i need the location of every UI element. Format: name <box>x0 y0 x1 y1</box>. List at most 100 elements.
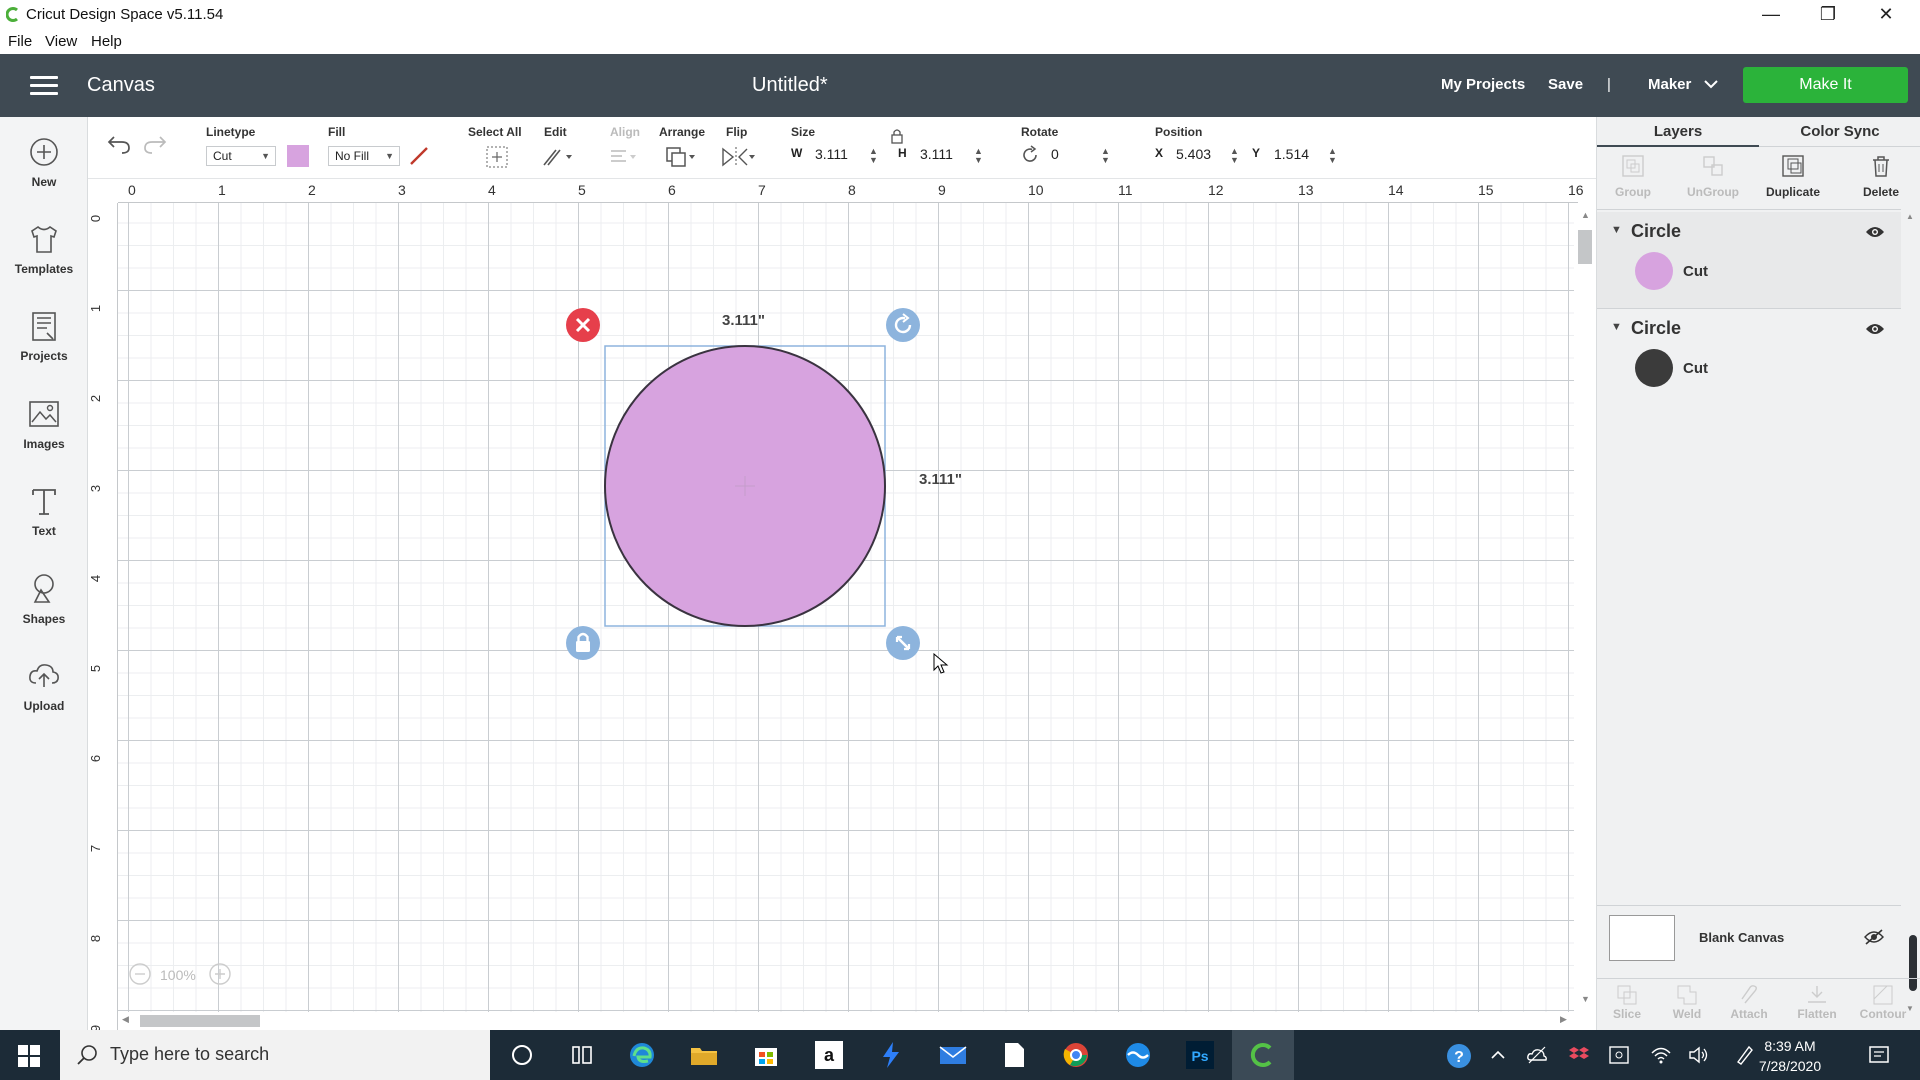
weld-label[interactable]: Weld <box>1657 1007 1717 1021</box>
lock-handle-icon[interactable] <box>565 625 601 661</box>
layer-group-item[interactable]: ▼ Circle Cut <box>1597 212 1901 308</box>
sidebar-item-images[interactable]: Images <box>0 397 88 477</box>
onedrive-icon[interactable] <box>1526 1046 1548 1064</box>
zoom-out-icon[interactable] <box>128 962 152 986</box>
design-canvas[interactable]: 3.111" 3.111" 100% <box>118 203 1574 1012</box>
edge-browser-icon[interactable] <box>626 1040 658 1070</box>
width-input[interactable]: 3.111 ▲ ▼ <box>815 146 879 168</box>
chrome-icon[interactable] <box>1060 1040 1092 1070</box>
undo-icon[interactable] <box>106 133 132 155</box>
no-fill-slash-icon[interactable] <box>408 145 430 167</box>
cortana-icon[interactable] <box>506 1040 538 1070</box>
dropbox-icon[interactable] <box>1568 1045 1590 1065</box>
vertical-scroll-thumb[interactable] <box>1578 230 1592 264</box>
vertical-scrollbar[interactable]: ▲ ▼ <box>1574 210 1596 1010</box>
horizontal-scrollbar[interactable]: ◀ ▶ <box>118 1012 1574 1030</box>
task-view-icon[interactable] <box>566 1040 598 1070</box>
arrange-icon[interactable] <box>664 145 698 169</box>
scroll-down-icon[interactable]: ▼ <box>1581 994 1590 1004</box>
scroll-right-icon[interactable]: ▶ <box>1560 1014 1567 1025</box>
expand-caret-icon[interactable]: ▼ <box>1611 321 1622 333</box>
scroll-up-icon[interactable]: ▲ <box>1581 210 1590 220</box>
menu-file[interactable]: File <box>8 33 32 50</box>
amazon-icon[interactable]: a <box>813 1040 845 1070</box>
height-input[interactable]: 3.111 ▲ ▼ <box>920 146 984 168</box>
sidebar-item-projects[interactable]: Projects <box>0 309 88 389</box>
blank-canvas-row[interactable]: Blank Canvas <box>1597 906 1901 978</box>
contour-label[interactable]: Contour <box>1853 1007 1913 1021</box>
tab-color-sync[interactable]: Color Sync <box>1759 119 1920 147</box>
duplicate-button[interactable]: Duplicate <box>1761 153 1825 199</box>
notifications-icon[interactable] <box>1868 1044 1890 1066</box>
restore-button[interactable]: ❐ <box>1800 0 1856 30</box>
spin-arrows-icon[interactable]: ▲ ▼ <box>1230 147 1239 165</box>
group-button[interactable]: Group <box>1601 153 1665 199</box>
tray-app-icon[interactable] <box>1608 1045 1630 1065</box>
select-all-icon[interactable] <box>484 144 510 170</box>
show-hidden-icons-icon[interactable] <box>1490 1048 1506 1062</box>
menu-view[interactable]: View <box>45 33 77 50</box>
flip-icon[interactable] <box>720 145 756 169</box>
blank-canvas-thumbnail[interactable] <box>1609 915 1675 961</box>
eye-visibility-icon[interactable] <box>1865 322 1885 336</box>
menu-help[interactable]: Help <box>91 33 122 50</box>
help-icon[interactable]: ? <box>1446 1043 1472 1069</box>
expand-caret-icon[interactable]: ▼ <box>1611 224 1622 236</box>
linetype-color-swatch[interactable] <box>287 145 309 167</box>
scroll-left-icon[interactable]: ◀ <box>122 1014 129 1025</box>
rotate-input[interactable]: 0 ▲ ▼ <box>1051 146 1111 168</box>
delete-handle-icon[interactable] <box>565 307 601 343</box>
y-position-input[interactable]: 1.514 ▲ ▼ <box>1274 146 1338 168</box>
sidebar-item-new[interactable]: New <box>0 135 88 215</box>
spin-arrows-icon[interactable]: ▲ ▼ <box>974 147 983 165</box>
photoshop-icon[interactable]: Ps <box>1184 1040 1216 1070</box>
file-explorer-icon[interactable] <box>688 1040 720 1070</box>
taskbar-search-box[interactable]: Type here to search <box>60 1030 490 1080</box>
eye-visibility-icon[interactable] <box>1865 225 1885 239</box>
sidebar-item-shapes[interactable]: Shapes <box>0 572 88 652</box>
flatten-label[interactable]: Flatten <box>1787 1007 1847 1021</box>
linetype-select[interactable]: Cut ▼ <box>206 146 276 166</box>
resize-handle-icon[interactable] <box>885 625 921 661</box>
fill-select[interactable]: No Fill ▼ <box>328 146 400 166</box>
redo-icon[interactable] <box>142 133 168 155</box>
layer-color-swatch[interactable] <box>1635 252 1673 290</box>
system-clock[interactable]: 8:39 AM 7/28/2020 <box>1750 1036 1830 1076</box>
edit-tools-icon[interactable] <box>540 145 574 169</box>
delete-button[interactable]: Delete <box>1849 153 1913 199</box>
attach-label[interactable]: Attach <box>1719 1007 1779 1021</box>
mail-icon[interactable] <box>937 1040 969 1070</box>
sidebar-item-templates[interactable]: Templates <box>0 222 88 302</box>
tab-layers[interactable]: Layers <box>1597 119 1759 147</box>
spin-arrows-icon[interactable]: ▲ ▼ <box>869 147 878 165</box>
wifi-icon[interactable] <box>1650 1045 1672 1065</box>
volume-icon[interactable] <box>1688 1045 1710 1065</box>
my-projects-button[interactable]: My Projects <box>1441 76 1525 93</box>
machine-select[interactable]: Maker <box>1648 76 1691 93</box>
save-button[interactable]: Save <box>1548 76 1583 93</box>
scroll-up-icon[interactable]: ▲ <box>1906 212 1914 221</box>
hamburger-menu-icon[interactable] <box>30 76 58 96</box>
notepad-icon[interactable] <box>998 1040 1030 1070</box>
chevron-down-icon[interactable] <box>1703 78 1719 90</box>
app-bolt-icon[interactable] <box>875 1040 907 1070</box>
eye-hidden-icon[interactable] <box>1863 928 1885 946</box>
minimize-button[interactable]: — <box>1743 0 1799 30</box>
make-it-button[interactable]: Make It <box>1743 67 1908 103</box>
store-icon[interactable] <box>750 1040 782 1070</box>
slice-label[interactable]: Slice <box>1597 1007 1657 1021</box>
lock-aspect-icon[interactable] <box>890 128 904 144</box>
close-window-button[interactable]: ✕ <box>1858 0 1914 30</box>
rotate-handle-icon[interactable] <box>885 307 921 343</box>
ungroup-button[interactable]: UnGroup <box>1681 153 1745 199</box>
spin-arrows-icon[interactable]: ▲ ▼ <box>1101 147 1110 165</box>
windows-start-icon[interactable] <box>18 1045 40 1067</box>
sidebar-item-text[interactable]: Text <box>0 484 88 564</box>
horizontal-scroll-thumb[interactable] <box>140 1015 260 1027</box>
app-wave-icon[interactable] <box>1122 1040 1154 1070</box>
panel-scroll-thumb[interactable] <box>1909 935 1917 991</box>
sidebar-item-upload[interactable]: Upload <box>0 659 88 739</box>
x-position-input[interactable]: 5.403 ▲ ▼ <box>1176 146 1240 168</box>
cricut-taskbar-icon[interactable] <box>1247 1040 1279 1070</box>
layer-color-swatch[interactable] <box>1635 349 1673 387</box>
